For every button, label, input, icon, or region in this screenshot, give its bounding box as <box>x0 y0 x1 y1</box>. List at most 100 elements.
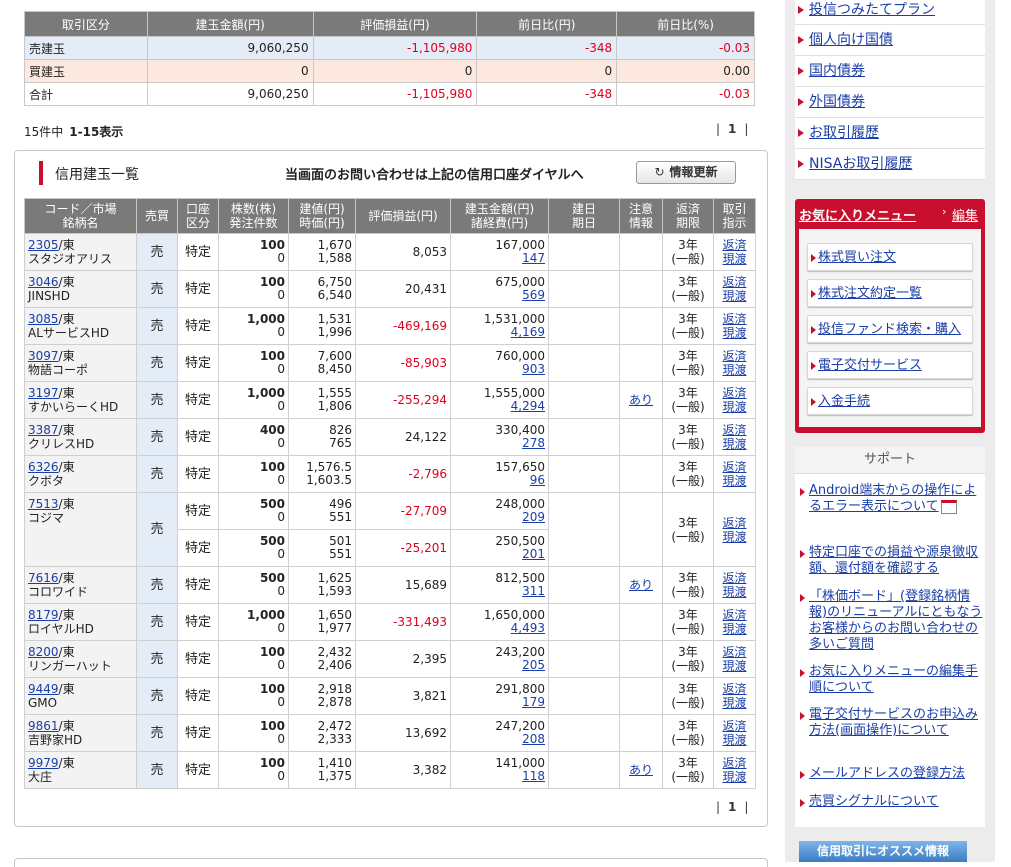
sidebar-link-history[interactable]: お取引履歴 <box>795 118 985 149</box>
fee-link[interactable]: 118 <box>454 770 545 783</box>
delivery-link[interactable]: 現渡 <box>717 252 752 266</box>
support-item-signal[interactable]: 売買シグナルについて <box>795 794 983 810</box>
fee-link[interactable]: 569 <box>454 289 545 302</box>
fee-link[interactable]: 208 <box>454 733 545 746</box>
delivery-link[interactable]: 現渡 <box>717 770 752 784</box>
stock-code-link[interactable]: 2305 <box>28 238 59 252</box>
fav-item-label[interactable]: 株式注文約定一覧 <box>818 286 922 301</box>
stock-code-link[interactable]: 3197 <box>28 386 59 400</box>
support-item-board[interactable]: 「株価ボード」(登録銘柄情報)のリニューアルにともなうお客様からのお問い合わせの… <box>795 589 983 653</box>
fav-item-label[interactable]: 電子交付サービス <box>818 358 922 373</box>
delivery-link[interactable]: 現渡 <box>717 733 752 747</box>
sidebar-link-label[interactable]: 投信つみたてプラン <box>809 2 935 18</box>
fee-link[interactable]: 147 <box>454 252 545 265</box>
stock-code-link[interactable]: 3046 <box>28 275 59 289</box>
delivery-link[interactable]: 現渡 <box>717 400 752 414</box>
fee-link[interactable]: 179 <box>454 696 545 709</box>
close-link[interactable]: 返済 <box>717 719 752 733</box>
stock-code-link[interactable]: 9979 <box>28 756 59 770</box>
delivery-link[interactable]: 現渡 <box>717 326 752 340</box>
support-item-tax[interactable]: 特定口座での損益や源泉徴収額、還付額を確認する <box>795 545 983 577</box>
delivery-link[interactable]: 現渡 <box>717 585 752 599</box>
fav-item-label[interactable]: 入金手続 <box>818 394 870 409</box>
close-link[interactable]: 返済 <box>717 386 752 400</box>
close-link[interactable]: 返済 <box>717 238 752 252</box>
fav-item-label[interactable]: 株式買い注文 <box>818 250 896 265</box>
delivery-link[interactable]: 現渡 <box>717 696 752 710</box>
fav-item-label[interactable]: 投信ファンド検索・購入 <box>818 322 961 337</box>
close-link[interactable]: 返済 <box>717 571 752 585</box>
refresh-button[interactable]: ↻ 情報更新 <box>636 161 736 184</box>
sidebar-link-label[interactable]: 個人向け国債 <box>809 32 893 48</box>
margin-trading-banner[interactable]: 信用取引にオススメ情報 <box>799 841 967 862</box>
notice-link[interactable]: あり <box>623 763 659 777</box>
sidebar-link-foreign-bonds[interactable]: 外国債券 <box>795 87 985 118</box>
stock-code-link[interactable]: 8200 <box>28 645 59 659</box>
close-link[interactable]: 返済 <box>717 423 752 437</box>
support-item-label[interactable]: メールアドレスの登録方法 <box>809 766 965 781</box>
delivery-link[interactable]: 現渡 <box>717 622 752 636</box>
sidebar-link-domestic-bonds[interactable]: 国内債券 <box>795 56 985 87</box>
page-number[interactable]: 1 <box>728 800 736 814</box>
stock-code-link[interactable]: 9861 <box>28 719 59 733</box>
support-item-mail[interactable]: メールアドレスの登録方法 <box>795 766 983 782</box>
fav-item-deposit[interactable]: 入金手続 <box>807 387 973 415</box>
support-item-android[interactable]: Android端末からの操作によるエラー表示について <box>795 483 983 515</box>
page-number[interactable]: 1 <box>728 122 736 136</box>
close-link[interactable]: 返済 <box>717 349 752 363</box>
fav-item-fund-search[interactable]: 投信ファンド検索・購入 <box>807 315 973 343</box>
support-item-label[interactable]: 売買シグナルについて <box>809 794 939 809</box>
close-link[interactable]: 返済 <box>717 460 752 474</box>
fav-item-stock-buy[interactable]: 株式買い注文 <box>807 243 973 271</box>
favorite-edit-link[interactable]: 編集 <box>952 205 978 224</box>
close-link[interactable]: 返済 <box>717 608 752 622</box>
support-item-label[interactable]: 電子交付サービスのお申込み方法(画面操作)について <box>809 707 978 738</box>
close-link[interactable]: 返済 <box>717 516 752 530</box>
fee-link[interactable]: 4,169 <box>454 326 545 339</box>
notice-link[interactable]: あり <box>623 393 659 407</box>
sidebar-link-kokusai[interactable]: 個人向け国債 <box>795 25 985 56</box>
fav-item-e-delivery[interactable]: 電子交付サービス <box>807 351 973 379</box>
delivery-link[interactable]: 現渡 <box>717 289 752 303</box>
support-item-label[interactable]: 特定口座での損益や源泉徴収額、還付額を確認する <box>809 545 978 576</box>
fee-link[interactable]: 278 <box>454 437 545 450</box>
stock-code-link[interactable]: 8179 <box>28 608 59 622</box>
support-item-fav-edit[interactable]: お気に入りメニューの編集手順について <box>795 664 983 696</box>
fee-link[interactable]: 311 <box>454 585 545 598</box>
delivery-link[interactable]: 現渡 <box>717 659 752 673</box>
delivery-link[interactable]: 現渡 <box>717 363 752 377</box>
support-item-label[interactable]: 「株価ボード」(登録銘柄情報)のリニューアルにともなうお客様からのお問い合わせの… <box>809 589 982 652</box>
delivery-link[interactable]: 現渡 <box>717 437 752 451</box>
sidebar-link-nisa-history[interactable]: NISAお取引履歴 <box>795 149 985 180</box>
fee-link[interactable]: 209 <box>454 511 545 524</box>
sidebar-link-label[interactable]: お取引履歴 <box>809 125 879 141</box>
fav-item-order-list[interactable]: 株式注文約定一覧 <box>807 279 973 307</box>
sidebar-link-tsumitate[interactable]: 投信つみたてプラン <box>795 0 985 25</box>
fee-link[interactable]: 205 <box>454 659 545 672</box>
stock-code-link[interactable]: 7513 <box>28 497 59 511</box>
delivery-link[interactable]: 現渡 <box>717 474 752 488</box>
sidebar-link-label[interactable]: 外国債券 <box>809 94 865 110</box>
notice-link[interactable]: あり <box>623 578 659 592</box>
close-link[interactable]: 返済 <box>717 645 752 659</box>
stock-code-link[interactable]: 3097 <box>28 349 59 363</box>
close-link[interactable]: 返済 <box>717 312 752 326</box>
fee-link[interactable]: 96 <box>454 474 545 487</box>
sidebar-link-label[interactable]: NISAお取引履歴 <box>809 156 912 172</box>
stock-code-link[interactable]: 6326 <box>28 460 59 474</box>
stock-code-link[interactable]: 9449 <box>28 682 59 696</box>
fee-link[interactable]: 4,493 <box>454 622 545 635</box>
support-item-e-delivery[interactable]: 電子交付サービスのお申込み方法(画面操作)について <box>795 707 983 739</box>
delivery-link[interactable]: 現渡 <box>717 530 752 544</box>
favorite-menu-title[interactable]: お気に入りメニュー <box>799 205 916 224</box>
fee-link[interactable]: 201 <box>454 548 545 561</box>
fee-link[interactable]: 903 <box>454 363 545 376</box>
support-item-label[interactable]: お気に入りメニューの編集手順について <box>809 664 978 695</box>
stock-code-link[interactable]: 3085 <box>28 312 59 326</box>
close-link[interactable]: 返済 <box>717 682 752 696</box>
close-link[interactable]: 返済 <box>717 756 752 770</box>
stock-code-link[interactable]: 7616 <box>28 571 59 585</box>
fee-link[interactable]: 4,294 <box>454 400 545 413</box>
stock-code-link[interactable]: 3387 <box>28 423 59 437</box>
close-link[interactable]: 返済 <box>717 275 752 289</box>
